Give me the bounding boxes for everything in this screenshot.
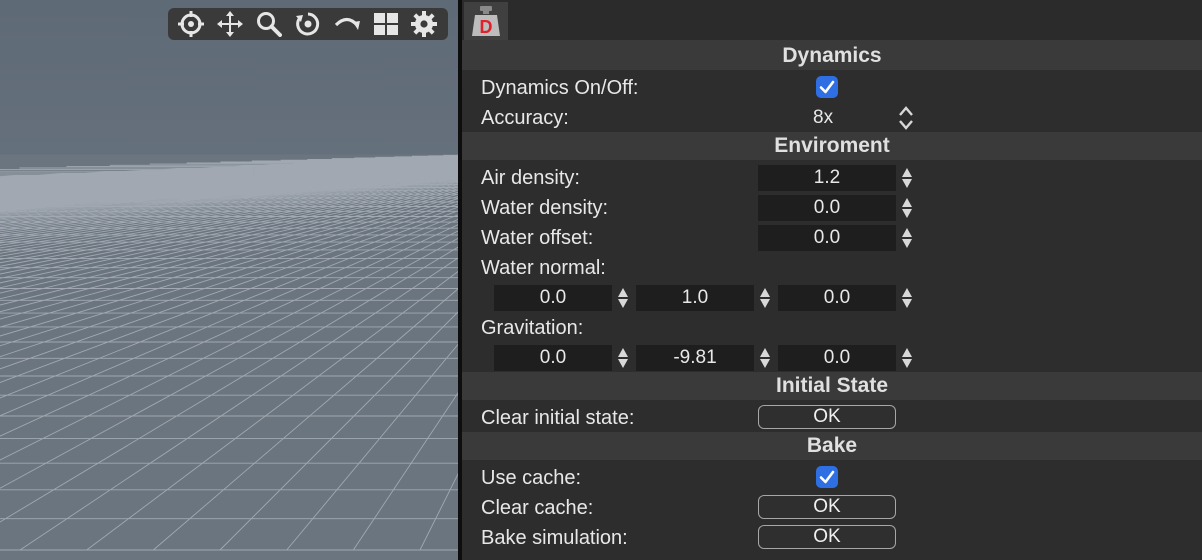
clear-initial-state-label: Clear initial state:	[481, 407, 635, 429]
use-cache-checkbox[interactable]	[816, 466, 838, 488]
water-normal-x-stepper[interactable]	[617, 285, 629, 311]
weight-icon: D	[472, 6, 500, 37]
3d-viewport[interactable]	[0, 0, 458, 560]
water-normal-label: Water normal:	[481, 257, 606, 279]
water-offset-label: Water offset:	[481, 227, 594, 249]
gear-icon[interactable]	[408, 10, 440, 38]
gravitation-x-stepper[interactable]	[617, 345, 629, 371]
water-normal-z-input[interactable]: 0.0	[778, 285, 896, 311]
section-initial-state: Initial State	[462, 372, 1202, 400]
water-normal-x-input[interactable]: 0.0	[494, 285, 612, 311]
gravitation-y-stepper[interactable]	[759, 345, 771, 371]
gravitation-x-input[interactable]: 0.0	[494, 345, 612, 371]
tab-dynamics[interactable]: D	[464, 2, 508, 40]
water-offset-stepper[interactable]	[901, 225, 913, 251]
accuracy-select[interactable]: 8x	[813, 103, 833, 133]
rotate-icon[interactable]	[331, 10, 363, 38]
section-bake: Bake	[462, 432, 1202, 460]
gravitation-label: Gravitation:	[481, 317, 584, 339]
bake-simulation-label: Bake simulation:	[481, 527, 628, 549]
clear-cache-button[interactable]: OK	[758, 495, 896, 519]
viewport-toolbar	[168, 8, 448, 40]
water-density-stepper[interactable]	[901, 195, 913, 221]
chevron-updown-icon[interactable]	[898, 105, 914, 131]
gravitation-z-input[interactable]: 0.0	[778, 345, 896, 371]
water-normal-y-stepper[interactable]	[759, 285, 771, 311]
air-density-stepper[interactable]	[901, 165, 913, 191]
checkmark-icon	[819, 80, 835, 94]
air-density-input[interactable]: 1.2	[758, 165, 896, 191]
air-density-label: Air density:	[481, 167, 580, 189]
layout-icon[interactable]	[370, 10, 402, 38]
dynamics-on-off-checkbox[interactable]	[816, 76, 838, 98]
use-cache-label: Use cache:	[481, 467, 582, 489]
dynamics-on-off-label: Dynamics On/Off:	[481, 77, 639, 99]
move-icon[interactable]	[214, 10, 246, 38]
tab-letter: D	[480, 17, 493, 37]
water-density-input[interactable]: 0.0	[758, 195, 896, 221]
tab-bar: D	[462, 0, 1202, 42]
crosshair-icon[interactable]	[175, 10, 207, 38]
orbit-icon[interactable]	[292, 10, 324, 38]
checkmark-icon	[819, 470, 835, 484]
section-environment: Enviroment	[462, 132, 1202, 160]
gravitation-y-input[interactable]: -9.81	[636, 345, 754, 371]
bake-simulation-button[interactable]: OK	[758, 525, 896, 549]
dynamics-properties-panel: D Dynamics Dynamics On/Off: Accuracy: 8x…	[462, 0, 1202, 560]
gravitation-z-stepper[interactable]	[901, 345, 913, 371]
ground-grid	[0, 154, 458, 560]
water-normal-z-stepper[interactable]	[901, 285, 913, 311]
accuracy-label: Accuracy:	[481, 107, 569, 129]
clear-initial-state-button[interactable]: OK	[758, 405, 896, 429]
section-dynamics: Dynamics	[462, 42, 1202, 70]
zoom-icon[interactable]	[253, 10, 285, 38]
water-normal-y-input[interactable]: 1.0	[636, 285, 754, 311]
water-offset-input[interactable]: 0.0	[758, 225, 896, 251]
clear-cache-label: Clear cache:	[481, 497, 594, 519]
water-density-label: Water density:	[481, 197, 609, 219]
